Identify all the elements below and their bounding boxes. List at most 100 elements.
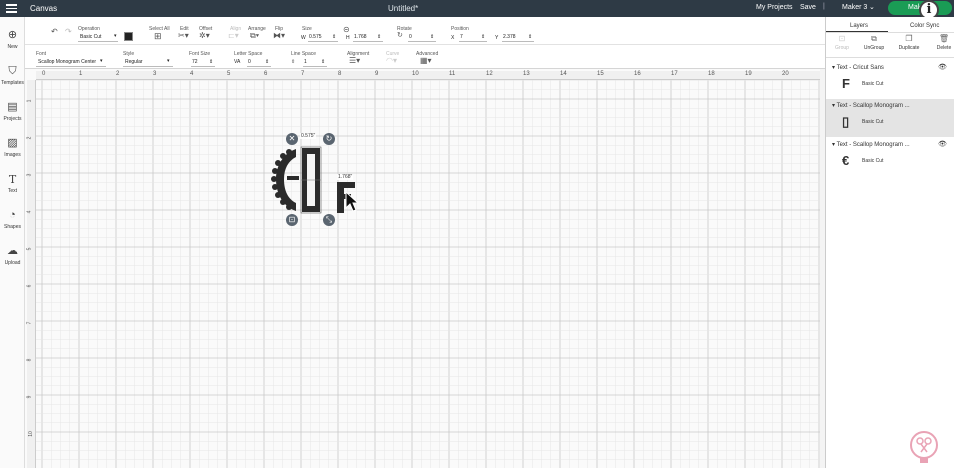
layer-item[interactable]: ▾ Text - Scallop Monogram ... 👁 € Basic …	[826, 138, 954, 176]
rotate-input[interactable]: 0 ⇕	[408, 33, 436, 42]
rotate-icon: ↻	[397, 32, 403, 39]
operation-select[interactable]: Basic Cut ▾	[78, 33, 118, 42]
font-size-value: 72	[192, 59, 198, 65]
ruler-tick-label: 13	[523, 71, 530, 77]
stepper-icon: ⇕	[430, 34, 435, 40]
undo-icon[interactable]: ↶	[51, 27, 58, 36]
nav-text[interactable]: T Text	[0, 173, 25, 194]
resize-handle-icon[interactable]: ⤡	[323, 214, 335, 226]
stepper-icon: ⇕	[481, 34, 486, 40]
menu-icon[interactable]	[6, 4, 17, 13]
curve-icon[interactable]: ◠▾	[386, 56, 397, 65]
header-separator: |	[823, 3, 825, 10]
x-label: X	[451, 35, 455, 41]
layer-name: ▾ Text - Cricut Sans	[832, 65, 884, 71]
font-size-input[interactable]: 72 ⇕	[191, 58, 215, 67]
panel-divider	[826, 57, 954, 58]
top-bar: Canvas Untitled* My Projects Save | Make…	[0, 0, 954, 17]
style-select[interactable]: Regular ▾	[123, 58, 173, 67]
eye-icon[interactable]: 👁	[938, 140, 947, 148]
height-label: H	[346, 35, 350, 41]
letter-space-icon: VA	[234, 59, 241, 65]
book-icon: ▤	[7, 101, 18, 113]
ruler-tick-label: 4	[190, 71, 194, 77]
rotate-value: 0	[409, 34, 412, 40]
ruler-tick-label: 16	[634, 71, 641, 77]
height-input[interactable]: 1.768 ⇕	[353, 33, 383, 42]
align-text-icon[interactable]: ☰▾	[349, 56, 360, 65]
scissors-logo-icon	[910, 431, 938, 463]
ruler-tick-label: 10	[27, 431, 34, 437]
ruler-tick-label: 3	[26, 173, 33, 177]
letter-space-input[interactable]: 0 ⇕	[247, 58, 271, 67]
edit-icon[interactable]: ✂▾	[178, 31, 189, 40]
stepper-icon: ⇕	[209, 59, 214, 65]
nav-shapes[interactable]: ◔ Shapes	[0, 209, 25, 230]
nav-upload[interactable]: ☁ Upload	[0, 245, 25, 266]
save-link[interactable]: Save	[800, 4, 816, 11]
layer-thumbnail: ▯	[842, 114, 850, 129]
ungroup-icon: ⧉	[871, 34, 877, 43]
ungroup-button[interactable]: ⧉ UnGroup	[858, 34, 890, 51]
advanced-icon[interactable]: ▦▾	[420, 56, 432, 65]
nav-templates[interactable]: ⛉ Templates	[0, 65, 25, 86]
nav-images[interactable]: ▨ Images	[0, 137, 25, 158]
letter-space-label: Letter Space	[234, 51, 263, 57]
lock-handle-icon[interactable]: ⊡	[286, 214, 298, 226]
ruler-tick-label: 1	[79, 71, 83, 77]
left-nav: ⊕ New ⛉ Templates ▤ Projects ▨ Images T …	[0, 17, 25, 468]
rotate-handle-icon[interactable]: ↻	[323, 133, 335, 145]
tab-layers[interactable]: Layers	[850, 23, 868, 29]
ruler-tick-label: 10	[412, 71, 419, 77]
redo-icon[interactable]: ↷	[65, 27, 72, 36]
ruler-tick-label: 2	[116, 71, 120, 77]
height-value: 1.768	[354, 34, 367, 40]
offset-icon[interactable]: ✲▾	[199, 31, 210, 40]
nav-label: New	[7, 44, 18, 50]
stepper-icon: ⇕	[528, 34, 533, 40]
duplicate-button[interactable]: ❐ Duplicate	[893, 34, 925, 51]
y-value: 2.378	[503, 34, 516, 40]
my-projects-link[interactable]: My Projects	[756, 4, 793, 11]
machine-selector[interactable]: Maker 3	[842, 4, 867, 11]
x-value: 7	[460, 34, 463, 40]
chevron-down-icon[interactable]: ⌄	[869, 3, 875, 11]
nav-label: Upload	[4, 260, 21, 266]
mouse-cursor-icon	[345, 191, 359, 212]
ruler-tick-label: 9	[26, 395, 33, 399]
tab-color-sync[interactable]: Color Sync	[910, 23, 939, 29]
eye-icon[interactable]: 👁	[938, 63, 947, 71]
section-title: Canvas	[30, 4, 58, 13]
font-size-label: Font Size	[189, 51, 211, 57]
font-select[interactable]: Scallop Monogram Center ▾	[36, 58, 106, 67]
ruler-tick-label: 18	[708, 71, 715, 77]
lock-icon[interactable]: ⊝	[343, 25, 350, 34]
nav-projects[interactable]: ▤ Projects	[0, 101, 25, 122]
align-icon[interactable]: ⊏▾	[228, 31, 239, 40]
document-title: Untitled*	[388, 4, 419, 13]
ruler-tick-label: 20	[782, 71, 789, 77]
color-swatch[interactable]	[124, 32, 133, 41]
group-button[interactable]: ⊡ Group	[826, 34, 858, 51]
layer-item-selected[interactable]: ▾ Text - Scallop Monogram ... ▯ Basic Cu…	[826, 99, 954, 137]
nav-new[interactable]: ⊕ New	[0, 29, 25, 50]
arrange-icon[interactable]: ⧉▾	[250, 31, 259, 41]
height-dimension-label: 1.768"	[337, 174, 354, 180]
duplicate-icon: ❐	[905, 34, 913, 43]
layer-name-text: Text - Cricut Sans	[836, 65, 884, 71]
delete-button[interactable]: 🗑 Delete	[928, 34, 954, 51]
nav-label: Text	[7, 188, 18, 194]
flip-icon[interactable]: ⧓▾	[273, 31, 285, 40]
layer-item[interactable]: ▾ Text - Cricut Sans 👁 F Basic Cut	[826, 61, 954, 97]
y-input[interactable]: 2.378 ⇕	[502, 33, 534, 42]
size-label: Size	[302, 26, 312, 32]
delete-handle-icon[interactable]: ✕	[286, 133, 298, 145]
x-input[interactable]: 7 ⇕	[459, 33, 487, 42]
select-all-icon[interactable]: ⊞	[154, 31, 162, 42]
nav-label: Projects	[3, 116, 22, 122]
operation-value: Basic Cut	[80, 34, 102, 40]
chevron-down-icon: ▾	[100, 58, 103, 64]
ruler-tick-label: 6	[26, 284, 33, 288]
width-input[interactable]: 0.575 ⇕	[308, 33, 338, 42]
line-space-input[interactable]: 1 ⇕	[303, 58, 327, 67]
